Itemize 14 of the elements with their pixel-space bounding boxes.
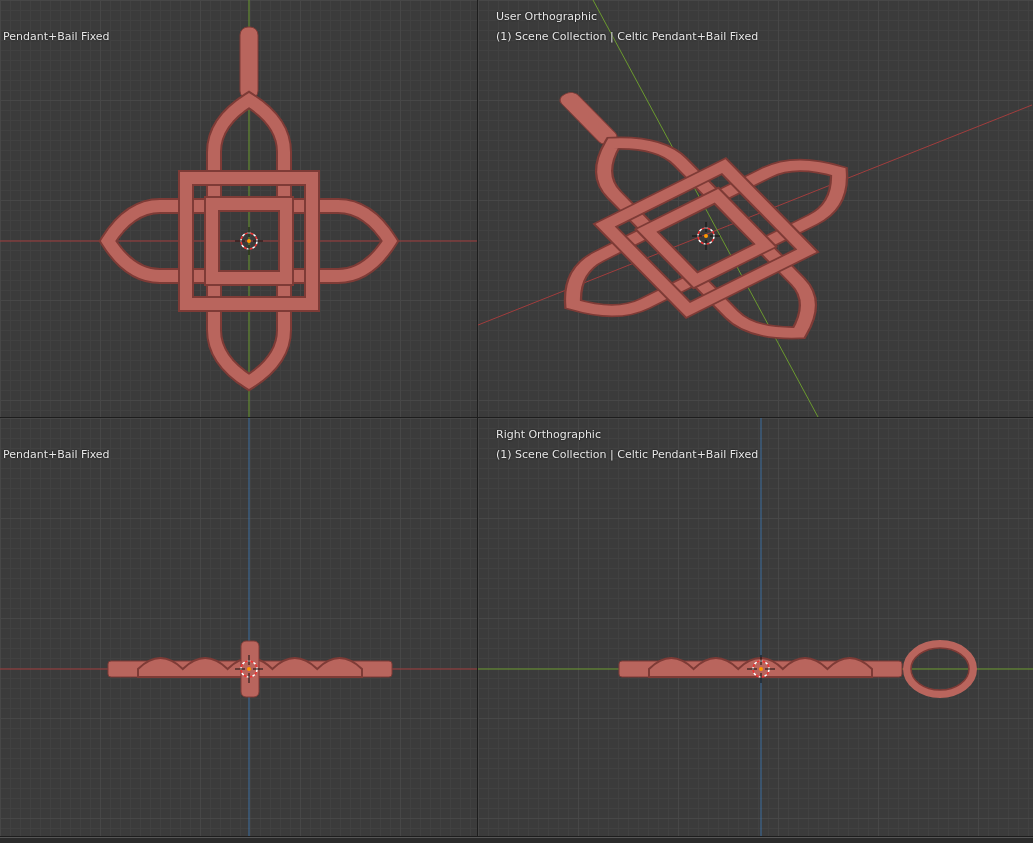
viewport[interactable]: Right Orthographic (1) Scene Collection | Celtic Pendant+Bail Fixed xyxy=(478,418,1033,836)
viewport[interactable]: Pendant+Bail Fixed xyxy=(0,418,477,836)
3d-cursor-icon xyxy=(746,654,776,684)
3d-cursor-icon xyxy=(234,654,264,684)
viewport-label: User Orthographic xyxy=(496,10,598,24)
3d-cursor-icon xyxy=(234,226,264,256)
viewport-label: (1) Scene Collection | Celtic Pendant+Bail Fixed xyxy=(496,448,759,462)
viewport[interactable]: User Orthographic (1) Scene Collection | Celtic Pendant+Bail Fixed xyxy=(478,0,1033,417)
viewport-label: Right Orthographic xyxy=(496,428,601,442)
viewport-label: Pendant+Bail Fixed xyxy=(3,30,110,44)
3d-cursor-icon xyxy=(691,221,721,251)
viewport-label: (1) Scene Collection | Celtic Pendant+Bail Fixed xyxy=(496,30,759,44)
viewport-label: Pendant+Bail Fixed xyxy=(3,448,110,462)
viewport[interactable]: Pendant+Bail Fixed xyxy=(0,0,477,417)
